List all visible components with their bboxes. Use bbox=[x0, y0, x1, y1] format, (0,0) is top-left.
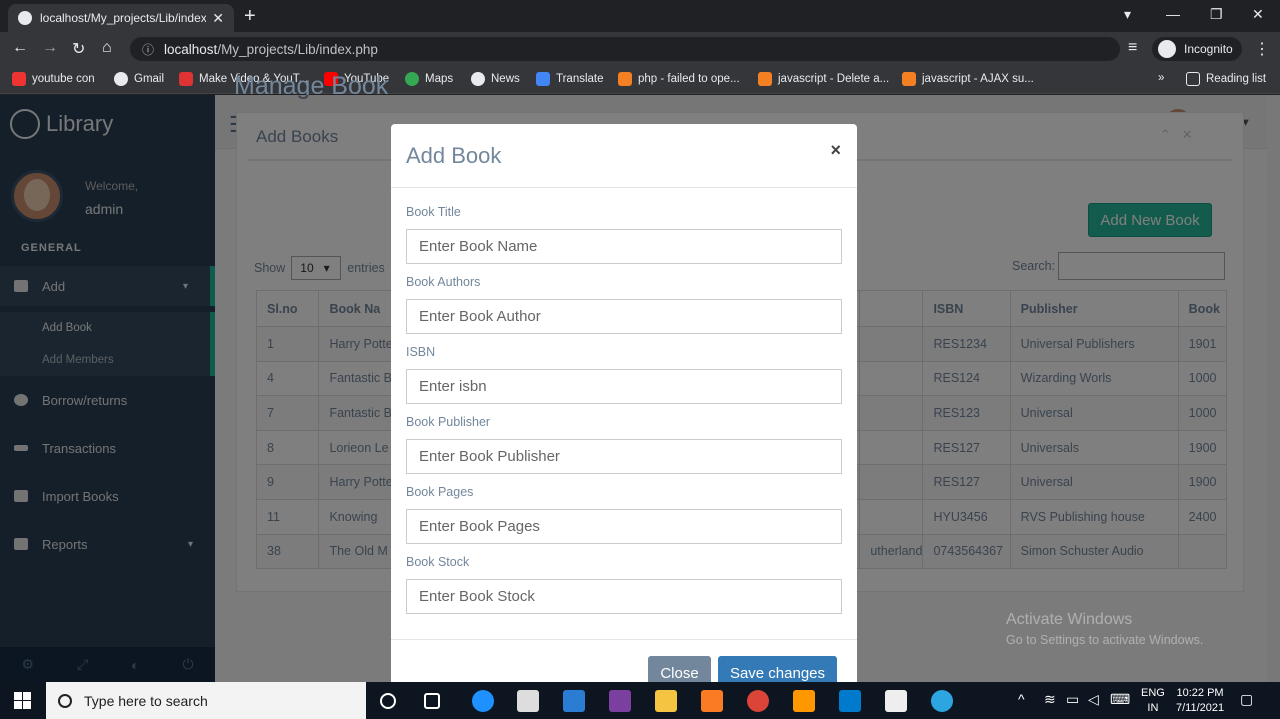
language-indicator[interactable]: ENG IN bbox=[1141, 686, 1165, 716]
book-authors-label: Book Authors bbox=[406, 275, 481, 289]
modal-footer-divider bbox=[391, 639, 857, 640]
incognito-label: Incognito bbox=[1184, 42, 1233, 56]
book-stock-input[interactable] bbox=[406, 579, 842, 614]
stackoverflow-icon bbox=[758, 72, 772, 86]
incognito-icon bbox=[1158, 40, 1176, 58]
modal-title: Add Book bbox=[406, 143, 502, 168]
add-book-modal: Add Book × Book Title Book Authors ISBN … bbox=[391, 124, 857, 690]
more-menu-icon[interactable]: ⋮ bbox=[1254, 39, 1270, 59]
stackoverflow-icon bbox=[618, 72, 632, 86]
incognito-badge[interactable]: Incognito bbox=[1152, 37, 1242, 61]
globe-icon bbox=[471, 72, 485, 86]
globe-icon bbox=[18, 11, 32, 25]
reading-list[interactable]: Reading list bbox=[1186, 72, 1266, 86]
info-icon[interactable]: ⓘ bbox=[142, 41, 154, 58]
mail-icon[interactable] bbox=[517, 690, 539, 712]
book-stock-label: Book Stock bbox=[406, 555, 470, 569]
bookmark-item[interactable]: Gmail bbox=[114, 72, 164, 86]
bookmark-item[interactable]: javascript - AJAX su... bbox=[902, 72, 1034, 86]
close-tab-icon[interactable]: ✕ bbox=[212, 10, 224, 27]
back-icon[interactable]: ← bbox=[12, 39, 28, 57]
tray-chevron-icon[interactable]: ^ bbox=[1018, 691, 1040, 713]
isbn-input[interactable] bbox=[406, 369, 842, 404]
activation-watermark-title: Activate Windows bbox=[1006, 611, 1133, 628]
bookmark-item[interactable]: Maps bbox=[405, 72, 453, 86]
minimize-icon[interactable]: — bbox=[1166, 6, 1180, 22]
forward-icon[interactable]: → bbox=[42, 39, 58, 57]
profile-menu-icon[interactable]: ▾ bbox=[1124, 6, 1131, 23]
bookmark-item[interactable]: News bbox=[471, 72, 520, 86]
taskbar-search[interactable]: Type here to search bbox=[46, 682, 366, 719]
book-title-input[interactable] bbox=[406, 229, 842, 264]
book-pages-input[interactable] bbox=[406, 509, 842, 544]
reading-list-icon bbox=[1186, 72, 1200, 86]
isbn-label: ISBN bbox=[406, 345, 436, 359]
book-authors-input[interactable] bbox=[406, 299, 842, 334]
file-explorer-icon[interactable] bbox=[655, 690, 677, 712]
clock[interactable]: 10:22 PM 7/11/2021 bbox=[1176, 686, 1224, 716]
book-title-label: Book Title bbox=[406, 205, 461, 219]
edge-icon[interactable] bbox=[472, 690, 494, 712]
winrar-icon[interactable] bbox=[609, 690, 631, 712]
sublime-icon[interactable] bbox=[793, 690, 815, 712]
activation-watermark-text: Go to Settings to activate Windows. bbox=[1006, 633, 1204, 647]
media-icon[interactable]: ≡ bbox=[1128, 39, 1137, 57]
wifi-icon[interactable]: ≋ bbox=[1044, 691, 1066, 713]
maps-icon bbox=[405, 72, 419, 86]
cortana-icon[interactable] bbox=[380, 693, 396, 709]
store-icon[interactable] bbox=[563, 690, 585, 712]
vscode-icon[interactable] bbox=[839, 690, 861, 712]
maximize-icon[interactable]: ❐ bbox=[1210, 6, 1223, 23]
browser-tab[interactable]: localhost/My_projects/Lib/index. ✕ bbox=[8, 4, 234, 32]
telegram-icon[interactable] bbox=[931, 690, 953, 712]
search-icon bbox=[58, 693, 72, 708]
tab-title: localhost/My_projects/Lib/index. bbox=[40, 11, 207, 25]
bookmarks-bar: youtube con Gmail Make Video & YouT... Y… bbox=[0, 66, 1280, 94]
new-tab-icon[interactable]: + bbox=[244, 5, 256, 28]
keyboard-icon[interactable]: ⌨ bbox=[1110, 691, 1132, 713]
xampp-icon[interactable] bbox=[701, 690, 723, 712]
notifications-icon[interactable]: ▢ bbox=[1240, 691, 1262, 713]
volume-icon[interactable]: ◁ bbox=[1088, 691, 1110, 713]
file-icon[interactable] bbox=[885, 690, 907, 712]
book-pages-label: Book Pages bbox=[406, 485, 474, 499]
taskbar: Type here to search ^ ≋ ▭ ◁ ⌨ ENG IN 10:… bbox=[0, 682, 1280, 719]
home-icon[interactable]: ⌂ bbox=[102, 39, 112, 57]
windows-start-icon[interactable] bbox=[14, 692, 31, 709]
bookmark-item[interactable]: youtube con bbox=[12, 72, 95, 86]
address-bar[interactable]: ⓘ localhost/My_projects/Lib/index.php bbox=[130, 37, 1120, 61]
battery-icon[interactable]: ▭ bbox=[1066, 691, 1088, 713]
reload-icon[interactable]: ↻ bbox=[72, 39, 85, 59]
window-close-icon[interactable]: ✕ bbox=[1252, 6, 1264, 23]
bookmark-item[interactable]: Translate bbox=[536, 72, 604, 86]
bookmark-icon bbox=[12, 72, 26, 86]
chrome-icon[interactable] bbox=[747, 690, 769, 712]
book-publisher-input[interactable] bbox=[406, 439, 842, 474]
more-bookmarks-icon[interactable]: » bbox=[1158, 72, 1164, 84]
close-icon[interactable]: × bbox=[830, 140, 841, 161]
modal-divider bbox=[391, 187, 857, 188]
bookmark-item[interactable]: javascript - Delete a... bbox=[758, 72, 889, 86]
bookmark-icon bbox=[179, 72, 193, 86]
bookmark-item[interactable]: php - failed to ope... bbox=[618, 72, 740, 86]
browser-tabbar: localhost/My_projects/Lib/index. ✕ + ▾ —… bbox=[0, 0, 1280, 32]
translate-icon bbox=[536, 72, 550, 86]
stackoverflow-icon bbox=[902, 72, 916, 86]
url-path: /My_projects/Lib/index.php bbox=[217, 41, 378, 57]
book-publisher-label: Book Publisher bbox=[406, 415, 491, 429]
url-host: localhost bbox=[164, 41, 218, 57]
task-view-icon[interactable] bbox=[424, 693, 440, 709]
globe-icon bbox=[114, 72, 128, 86]
